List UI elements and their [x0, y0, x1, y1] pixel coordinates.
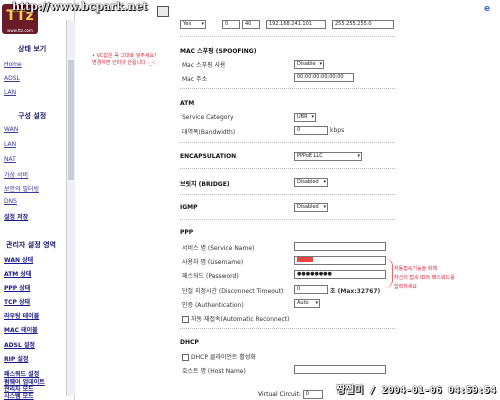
ip-input[interactable]: 192.168.241.101 [266, 20, 326, 29]
dhcp-section-title: DHCP [180, 339, 199, 346]
bandwidth-input[interactable]: 0 [294, 126, 328, 135]
mac-address-label: Mac 주소 [182, 76, 208, 83]
encapsulation-select[interactable]: PPPoE LLC [294, 152, 362, 161]
watermark-url: http://www.bcpark.net [12, 0, 148, 13]
sidebar-link-virtual-server[interactable]: 가상 서버 [4, 170, 28, 179]
sidebar-link-atm-status[interactable]: ATM 상태 [4, 269, 31, 278]
vc-enable-select[interactable]: Yes [180, 20, 206, 29]
mac-spoof-select[interactable]: Disable [294, 60, 324, 69]
sidebar-link-filtering[interactable]: 보안의 필터링 [4, 184, 39, 193]
vpi-input[interactable]: 0 [222, 20, 240, 29]
sidebar-link-lan-config[interactable]: LAN [4, 141, 16, 148]
igmp-select[interactable]: Disabled [294, 203, 328, 212]
sidebar-link-system-mode[interactable]: 시스템 모드 [4, 391, 34, 400]
sidebar-link-save[interactable]: 설정 저장 [4, 212, 28, 221]
vci-input[interactable]: 40 [242, 20, 260, 29]
dhcp-client-checkbox[interactable] [182, 354, 189, 361]
vc-warning-line1: • VC값은 꼭 그대로 넣주세요! [92, 53, 157, 59]
vc-warning-note: • VC값은 꼭 그대로 넣주세요! 변경하면 인터넷 안됩니다 -_-; [92, 53, 156, 67]
auto-reconnect-row: 자동 재접속(Automatic Reconnect) [182, 314, 289, 323]
bridge-section-title: 브릿지 (BRIDGE) [180, 181, 230, 188]
sidebar-link-mac-table[interactable]: MAC 테이블 [4, 325, 38, 334]
sidebar-link-dns[interactable]: DNS [4, 198, 17, 205]
ppp-section-title: PPP [180, 229, 194, 236]
virtual-circuit-label: Virtual Circuit: [258, 391, 301, 398]
ppp-info-line2: 자신의 접속 ID와 패스워드를 [394, 275, 455, 281]
divider [180, 194, 395, 195]
note-bracket [384, 258, 393, 288]
sidebar-link-tcp-status[interactable]: TCP 상태 [4, 297, 30, 306]
sidebar-link-adsl-settings[interactable]: ADSL 설정 [4, 340, 35, 349]
divider [180, 36, 395, 37]
divider [180, 328, 395, 329]
password-label: 패스워드 (Password) [182, 273, 239, 280]
igmp-section-title: IGMP [180, 204, 198, 211]
host-name-label: 호스트 명 (Host Name) [182, 368, 246, 375]
mask-input[interactable]: 255.255.255.0 [332, 20, 394, 29]
authentication-label: 인증 (Authentication) [182, 302, 244, 309]
ppp-info-note: 자동접속기능을 위해 자신의 접속 ID와 패스워드를 입력하세요 [394, 265, 455, 292]
disconnect-timeout-label: 단절 지정시간 (Disconnect Timeout) [182, 288, 284, 295]
bridge-select[interactable]: Disabled [294, 178, 328, 187]
sidebar-link-ppp-status[interactable]: PPP 상태 [4, 283, 30, 292]
logo-subtext: www.ttz.com [7, 28, 33, 33]
virtual-circuit-row: Virtual Circuit: 0 [258, 390, 323, 399]
service-name-input[interactable] [294, 242, 386, 251]
scrollbar-thumb[interactable] [68, 60, 74, 180]
mac-section-title: MAC 스푸핑 (SPOOFING) [180, 48, 257, 55]
sidebar-link-home[interactable]: Home [4, 61, 22, 68]
divider [180, 168, 395, 169]
watermark-stamp: 짱쩔미 / 2004-01-06 04:59:54 [335, 385, 496, 396]
encapsulation-section-title: ENCAPSULATION [180, 153, 237, 160]
frame-icon [157, 6, 169, 17]
ppp-info-line1: 자동접속기능을 위해 [394, 266, 437, 272]
mac-spoof-label: Mac 스푸핑 사용 [182, 62, 226, 69]
browser-logo-icon: e [484, 4, 491, 14]
vc-warning-line2: 변경하면 인터넷 안됩니다 -_-; [92, 60, 156, 66]
config-heading: 구성 설정 [18, 112, 47, 120]
disconnect-timeout-unit: 초 (Max:32767) [330, 288, 381, 295]
ppp-info-line3: 입력하세요 [394, 284, 418, 290]
bandwidth-unit: kbps [330, 127, 345, 134]
atm-section-title: ATM [180, 100, 195, 107]
admin-heading: 관리자 설정 영역 [6, 241, 56, 249]
authentication-select[interactable]: Auto [294, 299, 320, 308]
dhcp-client-row: DHCP 클라이언트 활성화 [182, 352, 256, 361]
sidebar-link-nat[interactable]: NAT [4, 156, 16, 163]
service-category-select[interactable]: UBR [294, 113, 316, 122]
sidebar-link-rip-settings[interactable]: RIP 설정 [4, 354, 28, 363]
sidebar: TTz www.ttz.com 상태 보기 Home ADSL LAN 구성 설… [0, 0, 75, 400]
divider [180, 142, 395, 143]
username-input[interactable] [294, 256, 386, 265]
divider [180, 88, 395, 89]
auto-reconnect-label: 자동 재접속(Automatic Reconnect) [191, 316, 290, 323]
mac-address-input[interactable]: 00:00:00:00:00:00 [294, 73, 354, 82]
main-form: Yes 0 40 192.168.241.101 255.255.255.0 M… [170, 0, 395, 390]
sidebar-link-wan-status[interactable]: WAN 상태 [4, 255, 33, 264]
host-name-input[interactable] [294, 365, 386, 374]
username-label: 사용자 명 (Username) [182, 259, 244, 266]
password-input[interactable]: ●●●●●●●● [294, 270, 386, 279]
auto-reconnect-checkbox[interactable] [182, 316, 189, 323]
username-redaction [297, 257, 313, 262]
service-name-label: 서비스 명 (Service Name) [182, 245, 255, 252]
dhcp-client-label: DHCP 클라이언트 활성화 [191, 354, 256, 361]
status-heading: 상태 보기 [18, 45, 47, 53]
sidebar-link-lan[interactable]: LAN [4, 89, 16, 96]
service-category-label: Service Category [182, 114, 234, 121]
bandwidth-label: 대역폭(Bandwidth) [182, 129, 236, 136]
sidebar-link-routing-table[interactable]: 라우팅 테이블 [4, 311, 39, 320]
sidebar-link-adsl[interactable]: ADSL [4, 75, 20, 82]
disconnect-timeout-input[interactable]: 0 [294, 285, 328, 294]
sidebar-link-wan[interactable]: WAN [4, 126, 18, 133]
virtual-circuit-select[interactable]: 0 [302, 390, 323, 399]
sidebar-scrollbar[interactable] [66, 20, 75, 396]
divider [180, 219, 395, 220]
